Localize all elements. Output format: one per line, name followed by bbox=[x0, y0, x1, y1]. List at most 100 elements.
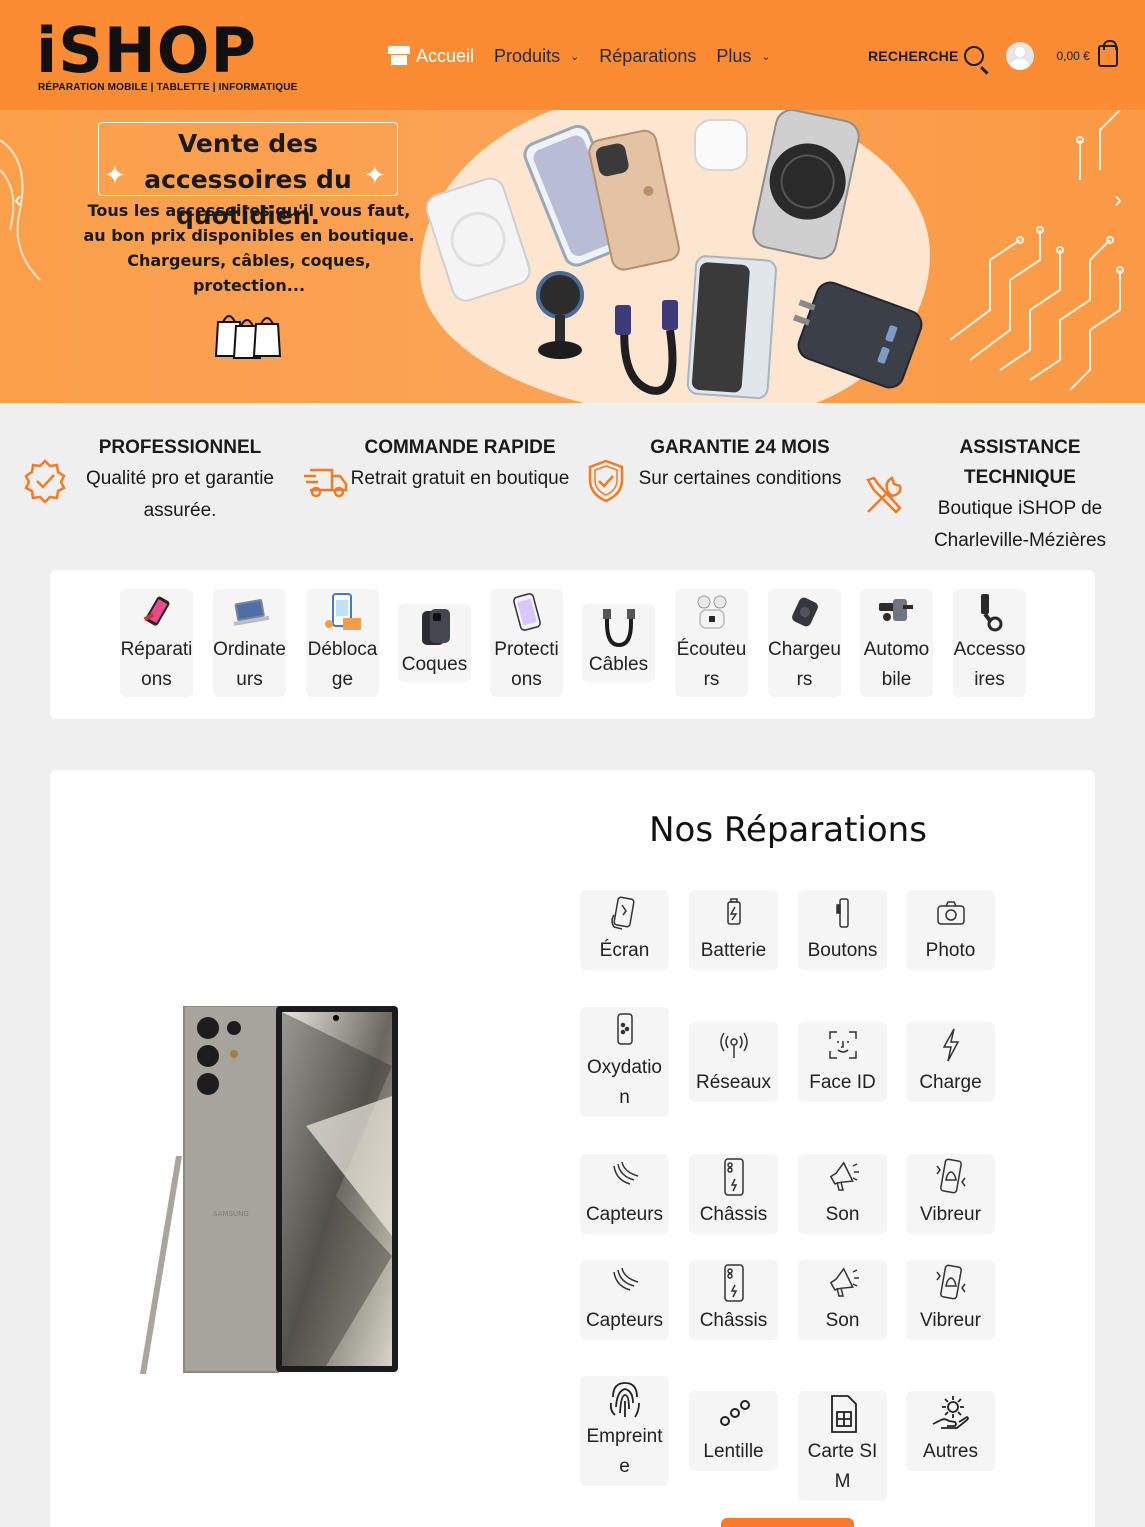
nav-item-plus[interactable]: Plus ⌄ bbox=[716, 46, 770, 67]
circuit-lines-decoration bbox=[949, 110, 1124, 391]
category-protections[interactable]: Protections bbox=[490, 589, 563, 697]
chassis-icon bbox=[723, 1158, 744, 1196]
slider-prev-arrow[interactable]: ‹ bbox=[14, 186, 22, 214]
sim-card-icon bbox=[830, 1395, 857, 1433]
nav-item-reparations[interactable]: Réparations bbox=[599, 46, 696, 67]
repair-label: Capteurs bbox=[585, 1204, 664, 1225]
repair-face-id[interactable]: Face ID bbox=[798, 1022, 887, 1102]
feature-title: PROFESSIONNEL bbox=[98, 437, 262, 458]
repair-ecran[interactable]: Écran bbox=[580, 890, 669, 970]
logo-wordmark: iSHOP bbox=[36, 14, 257, 87]
chevron-down-icon: ⌄ bbox=[570, 50, 580, 63]
repair-lentille[interactable]: Lentille bbox=[689, 1391, 778, 1471]
earbuds-icon bbox=[697, 595, 726, 629]
category-label: Déblocage bbox=[307, 639, 378, 690]
chevron-down-icon: ⌄ bbox=[761, 50, 771, 63]
repair-label: Autres bbox=[923, 1441, 978, 1462]
feature-professionnel: PROFESSIONNEL Qualité pro et garantie as… bbox=[70, 433, 290, 527]
sparkle-icon: ✦ bbox=[364, 160, 386, 190]
repair-charge[interactable]: Charge bbox=[906, 1022, 995, 1102]
repair-chassis-2[interactable]: Châssis bbox=[689, 1260, 778, 1340]
vibration-icon bbox=[935, 1158, 966, 1194]
category-label: Protections bbox=[494, 639, 559, 690]
category-chargeurs[interactable]: Chargeurs bbox=[768, 589, 841, 697]
header-tools: RECHERCHE 0,00 € bbox=[868, 38, 1118, 74]
repair-label: Oxydation bbox=[587, 1057, 662, 1108]
car-mount-icon bbox=[878, 599, 913, 621]
repair-label: Boutons bbox=[807, 940, 878, 961]
feature-title: GARANTIE 24 MOIS bbox=[650, 437, 830, 458]
accessory-icon bbox=[980, 594, 1002, 632]
charger-icon bbox=[791, 597, 818, 627]
account-avatar-icon[interactable] bbox=[1006, 42, 1035, 70]
search-button-label[interactable]: RECHERCHE bbox=[868, 48, 958, 64]
category-label: Écouteurs bbox=[676, 639, 747, 690]
repair-label: Capteurs bbox=[585, 1310, 664, 1331]
category-ecouteurs[interactable]: Écouteurs bbox=[675, 589, 748, 697]
screen-protector-icon bbox=[512, 593, 541, 631]
repair-capteurs-2[interactable]: Capteurs bbox=[580, 1260, 669, 1340]
tools-icon bbox=[866, 476, 902, 514]
repair-oxydation[interactable]: Oxydation bbox=[580, 1007, 669, 1117]
repair-label: Son bbox=[825, 1204, 860, 1225]
chassis-icon bbox=[723, 1264, 744, 1302]
repair-empreinte[interactable]: Empreinte bbox=[580, 1376, 669, 1486]
cart-total[interactable]: 0,00 € bbox=[1056, 49, 1089, 63]
category-accessoires[interactable]: Accessoires bbox=[953, 589, 1026, 697]
category-cables[interactable]: Câbles bbox=[582, 604, 655, 682]
repair-capteurs[interactable]: Capteurs bbox=[580, 1154, 669, 1234]
feature-text: Sur certaines conditions bbox=[638, 468, 842, 489]
repair-chassis[interactable]: Châssis bbox=[689, 1154, 778, 1234]
fingerprint-icon bbox=[609, 1382, 640, 1418]
site-logo[interactable]: iSHOP RÉPARATION MOBILE | TABLETTE | INF… bbox=[36, 14, 297, 98]
repair-autres[interactable]: Autres bbox=[906, 1391, 995, 1471]
hero-description: Tous les accessoires qu'il vous faut, au… bbox=[83, 201, 415, 295]
screen-icon bbox=[610, 896, 635, 930]
nav-label: Accueil bbox=[416, 45, 475, 66]
repair-reseaux[interactable]: Réseaux bbox=[689, 1022, 778, 1102]
repair-photo[interactable]: Photo bbox=[906, 890, 995, 970]
search-icon[interactable] bbox=[964, 46, 985, 66]
repair-vibreur-2[interactable]: Vibreur bbox=[906, 1260, 995, 1340]
shopping-bags-icon bbox=[214, 315, 282, 359]
category-deblocage[interactable]: Déblocage bbox=[306, 589, 379, 697]
category-reparations[interactable]: Réparations bbox=[120, 589, 193, 697]
repair-son-2[interactable]: Son bbox=[798, 1260, 887, 1340]
repair-boutons[interactable]: Boutons bbox=[798, 890, 887, 970]
category-label: Câbles bbox=[588, 654, 649, 675]
nav-item-accueil[interactable]: Accueil bbox=[388, 46, 474, 67]
slider-next-arrow[interactable]: › bbox=[1114, 186, 1122, 214]
face-id-icon bbox=[828, 1031, 857, 1059]
speaker-icon bbox=[829, 1267, 859, 1297]
repair-label: Empreinte bbox=[586, 1426, 663, 1477]
gear-hand-icon bbox=[932, 1396, 969, 1429]
site-header: iSHOP RÉPARATION MOBILE | TABLETTE | INF… bbox=[0, 0, 1145, 110]
unlock-phone-icon bbox=[324, 593, 361, 630]
shopping-bag-icon[interactable] bbox=[1097, 40, 1118, 67]
category-coques[interactable]: Coques bbox=[398, 604, 471, 682]
repair-label: Face ID bbox=[809, 1072, 876, 1093]
repair-label: Photo bbox=[925, 940, 976, 961]
main-nav: Accueil Produits ⌄ Réparations Plus ⌄ bbox=[388, 36, 771, 76]
sparkle-icon: ✦ bbox=[104, 160, 126, 190]
category-automobile[interactable]: Automobile bbox=[860, 589, 933, 697]
repair-vibreur[interactable]: Vibreur bbox=[906, 1154, 995, 1234]
repair-label: Carte SIM bbox=[807, 1441, 878, 1492]
nav-item-produits[interactable]: Produits ⌄ bbox=[494, 46, 579, 67]
sensor-icon bbox=[612, 1161, 638, 1185]
repair-batterie[interactable]: Batterie bbox=[689, 890, 778, 970]
category-label: Accessoires bbox=[953, 639, 1026, 690]
logo-subtitle: RÉPARATION MOBILE | TABLETTE | INFORMATI… bbox=[38, 82, 298, 93]
feature-title: COMMANDE RAPIDE bbox=[364, 437, 556, 458]
repair-son[interactable]: Son bbox=[798, 1154, 887, 1234]
lightning-icon bbox=[942, 1028, 959, 1062]
shield-check-icon bbox=[588, 459, 624, 503]
category-ordinateurs[interactable]: Ordinateurs bbox=[213, 589, 286, 697]
accessories-illustration bbox=[425, 110, 923, 400]
repair-label: Châssis bbox=[699, 1310, 768, 1331]
nav-label: Plus bbox=[716, 45, 752, 66]
repair-carte-sim[interactable]: Carte SIM bbox=[798, 1391, 887, 1501]
repair-label: Lentille bbox=[703, 1441, 764, 1462]
buttons-icon bbox=[835, 898, 849, 928]
see-more-button[interactable] bbox=[721, 1518, 854, 1527]
